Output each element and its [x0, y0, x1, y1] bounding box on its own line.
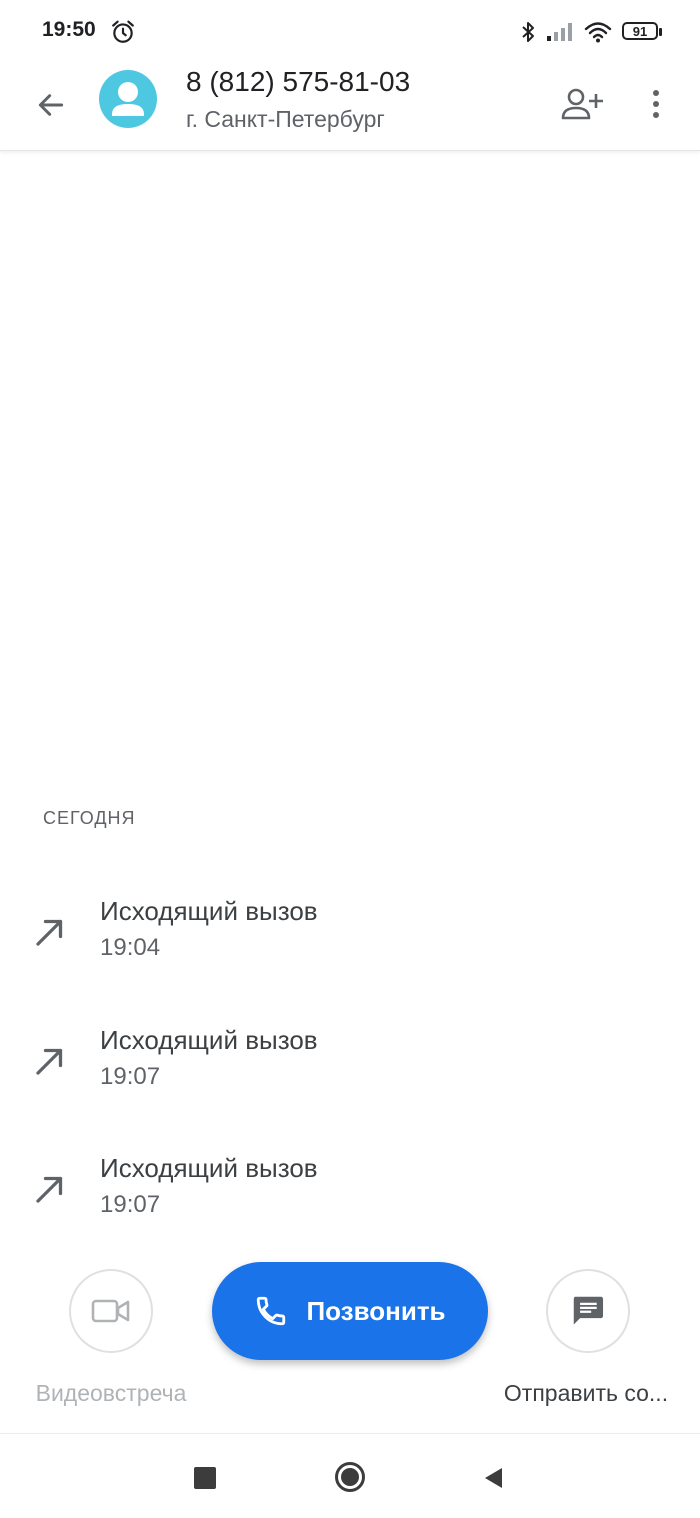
video-call-button[interactable] — [69, 1269, 153, 1353]
call-type: Исходящий вызов — [100, 1153, 318, 1183]
video-call-label: Видеовстреча — [35, 1380, 187, 1406]
call-time: 19:07 — [100, 1191, 161, 1218]
call-button-label: Позвонить — [306, 1295, 446, 1326]
bluetooth-icon — [522, 22, 534, 42]
more-vert-icon — [653, 90, 659, 118]
status-bar: 19:50 91 — [0, 0, 700, 64]
alarm-icon — [112, 20, 134, 43]
status-time: 19:50 — [42, 18, 96, 41]
person-icon — [112, 82, 144, 116]
outgoing-call-arrow-icon — [36, 919, 63, 946]
videocam-icon — [91, 1299, 130, 1323]
contact-number: 8 (812) 575-81-03 — [186, 66, 411, 97]
phone-icon — [257, 1296, 286, 1326]
call-type: Исходящий вызов — [100, 896, 318, 926]
call-history-item[interactable]: Исходящий вызов 19:07 — [0, 1019, 700, 1129]
recents-square-icon[interactable] — [194, 1467, 216, 1489]
call-history-item[interactable]: Исходящий вызов 19:04 — [0, 890, 700, 1000]
signal-icon — [547, 23, 572, 41]
add-contact-button[interactable] — [556, 78, 608, 130]
back-button[interactable] — [26, 80, 76, 130]
system-nav-bar — [0, 1433, 700, 1518]
avatar — [99, 70, 157, 128]
call-type: Исходящий вызов — [100, 1025, 318, 1055]
outgoing-call-arrow-icon — [36, 1176, 63, 1203]
battery-icon: 91 — [622, 21, 664, 43]
wifi-icon — [584, 22, 612, 43]
message-icon — [573, 1296, 604, 1325]
call-button[interactable]: Позвонить — [212, 1262, 488, 1360]
status-icons: 91 — [520, 18, 664, 46]
more-options-button[interactable] — [634, 78, 678, 130]
battery-level: 91 — [622, 22, 658, 40]
section-header-today: СЕГОДНЯ — [43, 808, 136, 828]
person-add-icon — [561, 88, 603, 120]
outgoing-call-arrow-icon — [36, 1048, 63, 1075]
contact-location: г. Санкт-Петербург — [186, 106, 385, 132]
send-message-button[interactable] — [546, 1269, 630, 1353]
call-time: 19:07 — [100, 1063, 161, 1090]
send-message-label: Отправить со... — [503, 1380, 669, 1406]
contact-header: 8 (812) 575-81-03 г. Санкт-Петербург — [0, 64, 700, 151]
back-triangle-icon[interactable] — [482, 1466, 506, 1490]
call-time: 19:04 — [100, 934, 161, 961]
arrow-back-icon — [38, 94, 64, 116]
home-circle-icon[interactable] — [334, 1461, 366, 1493]
call-history-item[interactable]: Исходящий вызов 19:07 — [0, 1147, 700, 1257]
